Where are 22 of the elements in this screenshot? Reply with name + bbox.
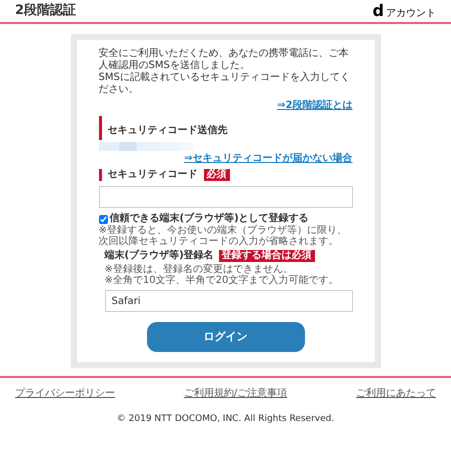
footer-link[interactable]: プライバシーポリシー xyxy=(15,386,115,401)
required-badge: 必須 xyxy=(204,169,230,181)
footer-link[interactable]: ご利用にあたって xyxy=(356,386,436,401)
note-text: ※登録後は、登録名の変更はできません。 xyxy=(104,264,294,275)
code-not-received-link[interactable]: ⇒セキュリティコードが届かない場合 xyxy=(184,153,352,165)
page-title: 2段階認証 xyxy=(15,2,76,20)
security-code-field[interactable] xyxy=(98,186,352,208)
login-button[interactable]: ログイン xyxy=(146,322,304,352)
about-link[interactable]: ⇒2段階認証とは xyxy=(277,100,352,112)
note-text: ※全角で10文字、半角で20文字まで入力可能です。 xyxy=(104,275,340,286)
section-heading: セキュリティコード xyxy=(108,169,198,181)
brand-logo: d アカウント xyxy=(372,3,436,19)
intro-text: 安全にご利用いただくため、あなたの携帯電話に、ご本人確認用のSMSを送信しました。 SMSに記載されているセキュリティコードを入力してください。 xyxy=(98,48,351,96)
copyright-text: © 2019 NTT DOCOMO, INC. All Rights Reserved. xyxy=(116,413,336,426)
section-heading: セキュリティコード送信先 xyxy=(108,125,228,136)
footer-link[interactable]: ご利用規約/ご注意事項 xyxy=(184,386,288,401)
device-name-field[interactable]: Safari xyxy=(104,290,352,312)
required-badge: 登録する場合は必須 xyxy=(218,250,315,262)
trust-note: ※登録すると、今お使いの端末（ブラウザ等）に限り、次回以降セキュリティコードの入力が省略されます。 xyxy=(98,225,348,247)
checkbox-label: 信頼できる端末(ブラウザ等)として登録する xyxy=(110,213,309,224)
trust-device-checkbox[interactable] xyxy=(98,214,108,224)
section-heading: 端末(ブラウザ等)登録名 xyxy=(104,250,214,262)
